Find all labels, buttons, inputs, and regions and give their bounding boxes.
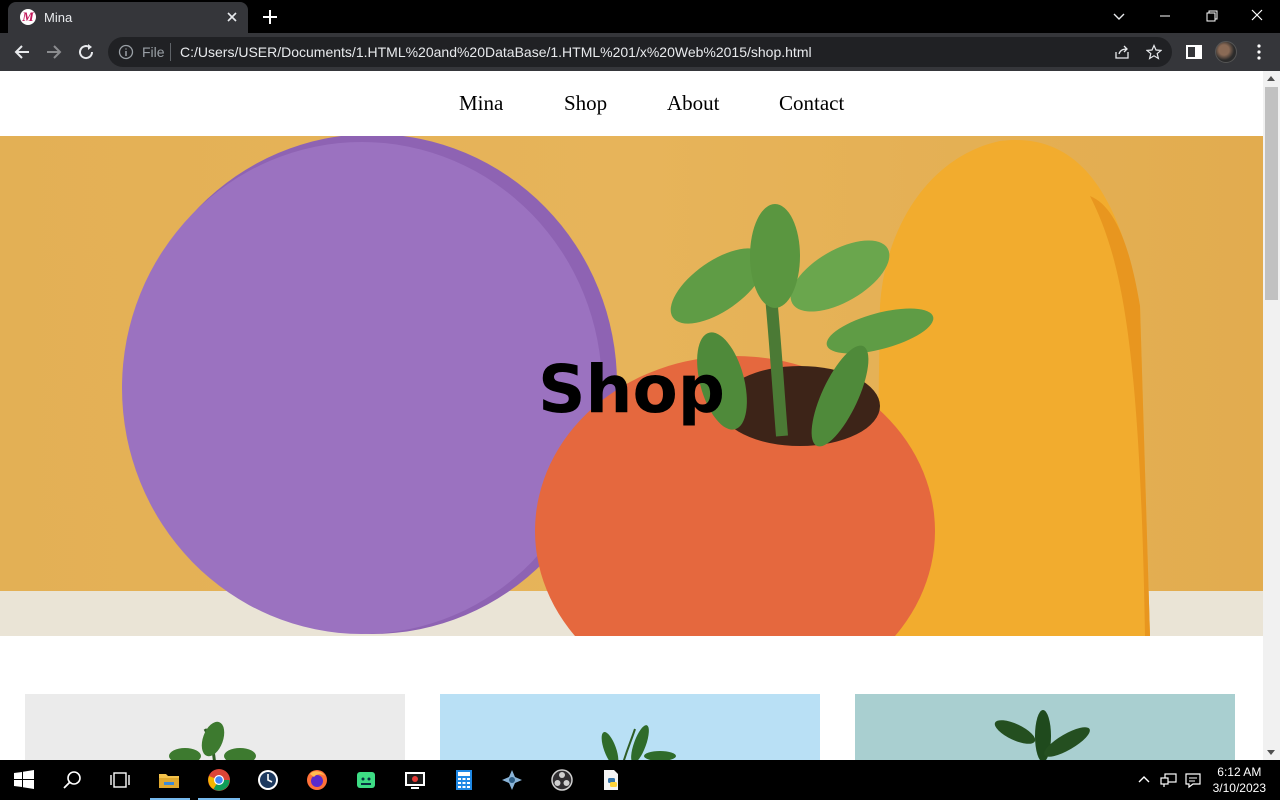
new-tab-icon[interactable] — [258, 6, 282, 28]
obs-studio-icon[interactable] — [550, 768, 574, 792]
file-explorer-icon[interactable] — [157, 768, 181, 792]
restore-icon[interactable] — [1199, 6, 1223, 26]
site-favicon-icon: M — [20, 9, 36, 25]
security-label: File — [142, 44, 165, 60]
share-icon[interactable] — [1114, 44, 1130, 60]
windows-taskbar: 6:12 AM 3/10/2023 — [0, 760, 1280, 800]
tab-title: Mina — [44, 10, 73, 25]
address-bar[interactable]: File C:/Users/USER/Documents/1.HTML%20an… — [108, 37, 1172, 67]
scroll-down-icon[interactable] — [1267, 750, 1275, 755]
reload-icon[interactable] — [76, 42, 96, 62]
site-info-icon[interactable] — [118, 44, 134, 60]
search-icon[interactable] — [60, 768, 84, 792]
nav-link-mina[interactable]: Mina — [459, 91, 503, 116]
browser-tab-strip: M Mina — [0, 0, 1280, 33]
clock-date: 3/10/2023 — [1212, 781, 1266, 795]
chevron-up-icon[interactable] — [1136, 772, 1152, 788]
forward-icon[interactable] — [44, 42, 64, 62]
nav-link-about[interactable]: About — [667, 91, 720, 116]
firefox-icon[interactable] — [305, 768, 329, 792]
product-card[interactable] — [440, 694, 820, 760]
browser-toolbar: File C:/Users/USER/Documents/1.HTML%20an… — [0, 33, 1280, 71]
nav-link-shop[interactable]: Shop — [564, 91, 607, 116]
page-scrollbar[interactable] — [1263, 71, 1280, 760]
browser-tab[interactable]: M Mina — [8, 2, 248, 33]
tab-search-icon[interactable] — [1107, 6, 1131, 26]
profile-avatar[interactable] — [1215, 41, 1237, 63]
game-controller-icon[interactable] — [500, 768, 524, 792]
chrome-menu-icon[interactable] — [1249, 42, 1269, 62]
nav-link-contact[interactable]: Contact — [779, 91, 844, 116]
product-card[interactable] — [25, 694, 405, 760]
system-clock[interactable]: 6:12 AM 3/10/2023 — [1213, 764, 1266, 796]
hero-banner: Shop — [0, 136, 1263, 636]
android-studio-icon[interactable] — [354, 768, 378, 792]
scrollbar-thumb[interactable] — [1265, 87, 1278, 300]
plant-image — [994, 710, 1090, 760]
windows-start-icon[interactable] — [12, 768, 36, 792]
plant-image — [169, 721, 256, 760]
notifications-icon[interactable] — [1184, 771, 1202, 789]
close-window-icon[interactable] — [1245, 6, 1269, 26]
screen-recorder-icon[interactable] — [403, 768, 427, 792]
hero-title: Shop — [537, 351, 726, 428]
bookmark-star-icon[interactable] — [1146, 44, 1162, 60]
back-icon[interactable] — [12, 42, 32, 62]
product-card[interactable] — [855, 694, 1235, 760]
chrome-icon[interactable] — [207, 768, 231, 792]
close-tab-icon[interactable] — [224, 9, 240, 25]
minimize-icon[interactable] — [1153, 6, 1177, 26]
calculator-icon[interactable] — [452, 768, 476, 792]
clock-app-icon[interactable] — [256, 768, 280, 792]
side-panel-icon[interactable] — [1184, 42, 1204, 62]
python-file-icon[interactable] — [599, 768, 623, 792]
page-viewport: Mina Shop About Contact Shop — [0, 71, 1263, 760]
clock-time: 6:12 AM — [1217, 765, 1262, 779]
network-icon[interactable] — [1160, 772, 1178, 788]
omnibox-divider — [170, 43, 171, 61]
site-navbar: Mina Shop About Contact — [0, 71, 1263, 136]
scroll-up-icon[interactable] — [1267, 76, 1275, 81]
url-text[interactable]: C:/Users/USER/Documents/1.HTML%20and%20D… — [180, 44, 812, 60]
plant-image — [601, 725, 676, 760]
task-view-icon[interactable] — [108, 768, 132, 792]
